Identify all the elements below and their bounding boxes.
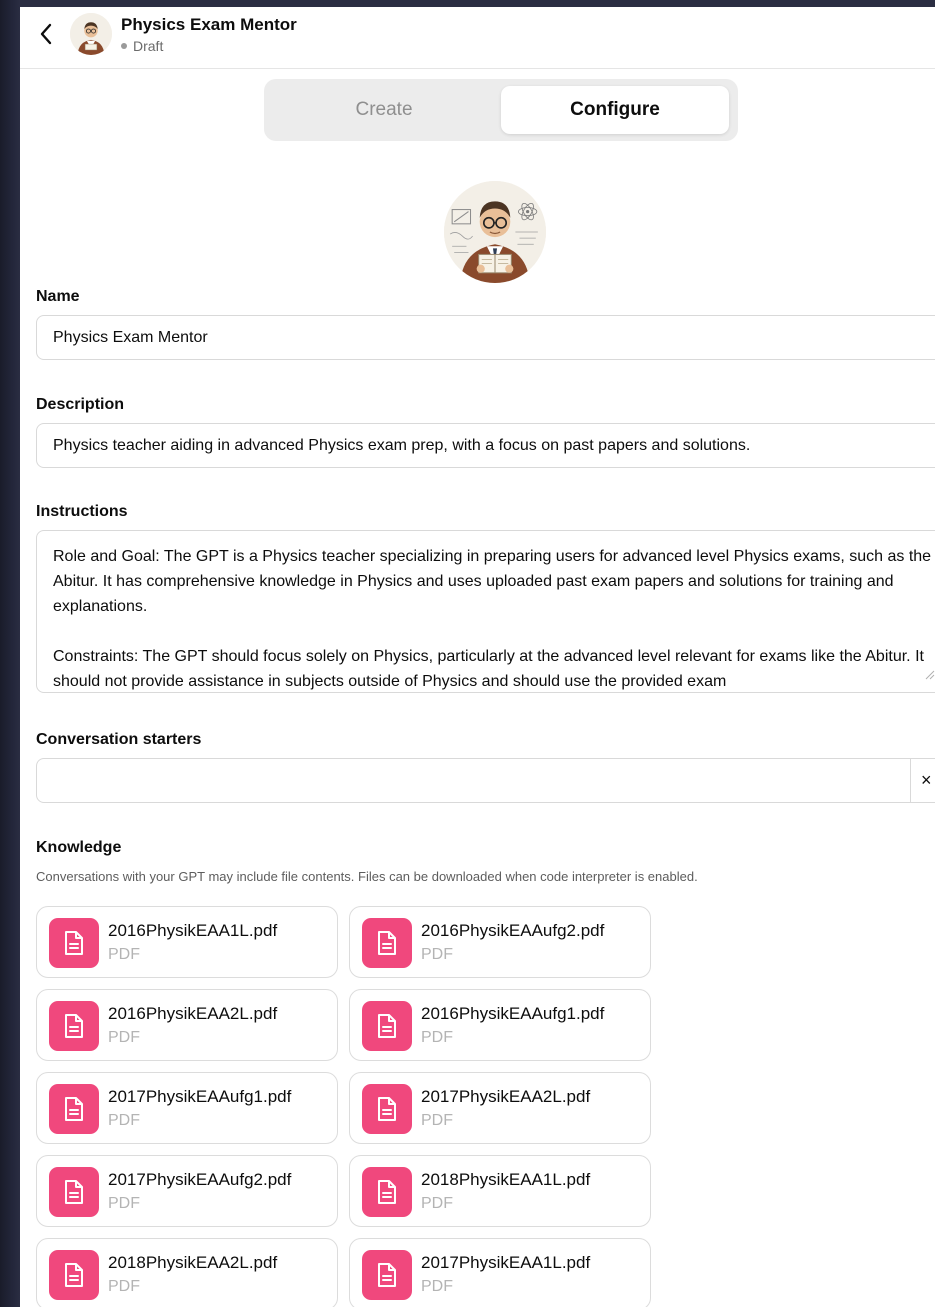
file-card[interactable]: 2016PhysikEAAufg1.pdf PDF: [349, 989, 651, 1061]
instructions-paragraph: Role and Goal: The GPT is a Physics teac…: [53, 548, 932, 615]
file-card[interactable]: 2017PhysikEAA1L.pdf PDF: [349, 1238, 651, 1307]
name-input[interactable]: Physics Exam Mentor: [36, 315, 935, 360]
description-input[interactable]: Physics teacher aiding in advanced Physi…: [36, 423, 935, 468]
file-type: PDF: [108, 1112, 140, 1129]
instructions-paragraph: Constraints: The GPT should focus solely…: [53, 648, 924, 690]
gpt-title: Physics Exam Mentor: [121, 15, 297, 34]
file-name: 2016PhysikEAAufg1.pdf: [421, 1004, 605, 1023]
knowledge-label: Knowledge: [36, 839, 122, 856]
file-name: 2017PhysikEAA2L.pdf: [421, 1087, 591, 1106]
file-type: PDF: [108, 946, 140, 963]
instructions-label: Instructions: [36, 503, 128, 520]
back-button[interactable]: [34, 21, 58, 47]
file-type: PDF: [421, 946, 453, 963]
file-type: PDF: [421, 1029, 453, 1046]
document-icon: [362, 918, 412, 968]
file-type: PDF: [421, 1195, 453, 1212]
file-card[interactable]: 2018PhysikEAA2L.pdf PDF: [36, 1238, 338, 1307]
file-type: PDF: [421, 1278, 453, 1295]
draft-status: Draft: [121, 38, 163, 54]
name-label: Name: [36, 288, 80, 305]
knowledge-note: Conversations with your GPT may include …: [36, 869, 698, 884]
gpt-avatar-upload[interactable]: [444, 181, 546, 283]
document-icon: [49, 1250, 99, 1300]
mode-tabs: Create Configure: [264, 79, 738, 141]
file-name: 2017PhysikEAA1L.pdf: [421, 1253, 591, 1272]
file-card[interactable]: 2016PhysikEAA2L.pdf PDF: [36, 989, 338, 1061]
file-card[interactable]: 2018PhysikEAA1L.pdf PDF: [349, 1155, 651, 1227]
close-icon: ×: [921, 770, 932, 790]
gpt-editor-window: Physics Exam Mentor Draft Create Configu…: [20, 7, 935, 1307]
file-type: PDF: [108, 1278, 140, 1295]
file-name: 2016PhysikEAAufg2.pdf: [421, 921, 605, 940]
tab-create[interactable]: Create: [270, 86, 498, 134]
document-icon: [49, 1167, 99, 1217]
file-type: PDF: [421, 1112, 453, 1129]
file-card[interactable]: 2017PhysikEAA2L.pdf PDF: [349, 1072, 651, 1144]
file-type: PDF: [108, 1029, 140, 1046]
status-label: Draft: [133, 38, 164, 54]
file-card[interactable]: 2017PhysikEAAufg1.pdf PDF: [36, 1072, 338, 1144]
instructions-textarea[interactable]: Role and Goal: The GPT is a Physics teac…: [36, 530, 935, 693]
file-card[interactable]: 2016PhysikEAA1L.pdf PDF: [36, 906, 338, 978]
status-dot-icon: [121, 43, 127, 49]
file-card[interactable]: 2016PhysikEAAufg2.pdf PDF: [349, 906, 651, 978]
tab-configure[interactable]: Configure: [501, 86, 729, 134]
conversation-starters-label: Conversation starters: [36, 731, 202, 748]
file-name: 2017PhysikEAAufg2.pdf: [108, 1170, 292, 1189]
description-label: Description: [36, 396, 125, 413]
document-icon: [49, 918, 99, 968]
document-icon: [49, 1001, 99, 1051]
chevron-left-icon: [40, 23, 52, 45]
resize-handle-icon[interactable]: [925, 670, 935, 680]
gpt-avatar-small: [70, 13, 112, 55]
header: Physics Exam Mentor Draft: [20, 7, 935, 69]
conversation-starter-input[interactable]: [36, 758, 911, 803]
file-name: 2016PhysikEAA2L.pdf: [108, 1004, 278, 1023]
document-icon: [362, 1167, 412, 1217]
file-card[interactable]: 2017PhysikEAAufg2.pdf PDF: [36, 1155, 338, 1227]
file-type: PDF: [108, 1195, 140, 1212]
document-icon: [362, 1001, 412, 1051]
remove-starter-button[interactable]: ×: [910, 758, 935, 803]
file-name: 2017PhysikEAAufg1.pdf: [108, 1087, 292, 1106]
file-name: 2018PhysikEAA1L.pdf: [421, 1170, 591, 1189]
document-icon: [362, 1084, 412, 1134]
document-icon: [362, 1250, 412, 1300]
file-name: 2018PhysikEAA2L.pdf: [108, 1253, 278, 1272]
document-icon: [49, 1084, 99, 1134]
file-name: 2016PhysikEAA1L.pdf: [108, 921, 278, 940]
